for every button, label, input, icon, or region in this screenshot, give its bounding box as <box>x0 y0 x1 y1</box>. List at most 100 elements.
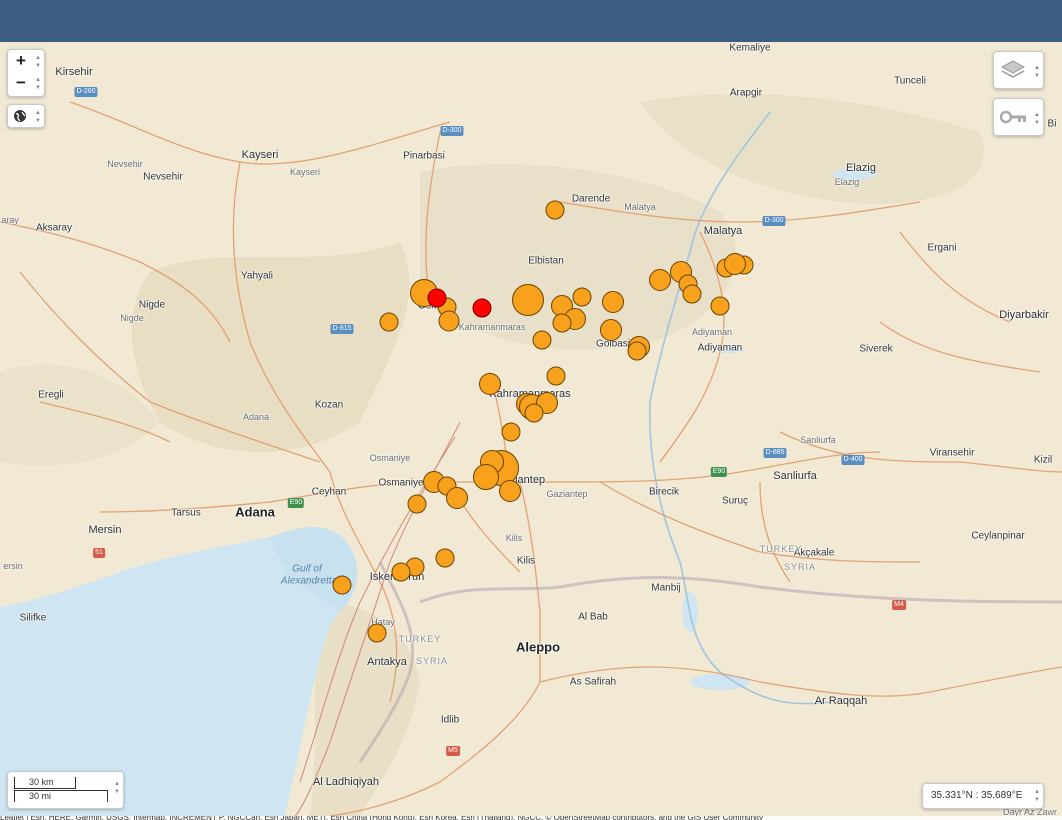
place-label: Bi <box>1047 118 1057 130</box>
place-label: aray <box>1 215 19 225</box>
scale-bar-mi: 30 mi <box>14 790 108 802</box>
place-label: Kemaliye <box>729 42 771 54</box>
place-label: Osmaniye <box>369 453 411 463</box>
earthquake-marker[interactable] <box>710 296 730 316</box>
place-label: Sanliurfa <box>773 470 817 482</box>
place-label: Ergani <box>927 242 957 254</box>
scale-control: 30 km 30 mi ▲ ▼ <box>7 771 124 809</box>
spinner-arrows-icon: ▲ ▼ <box>1034 789 1040 803</box>
place-label: Adana <box>235 504 275 520</box>
place-label: Al Ladhiqiyah <box>312 776 380 788</box>
place-label: Mersin <box>88 524 122 536</box>
earthquake-marker[interactable] <box>524 403 544 423</box>
earthquake-marker[interactable] <box>682 284 702 304</box>
zoom-in-button[interactable]: + <box>8 50 34 72</box>
place-label: Adana <box>242 412 270 422</box>
map-view[interactable]: Kirsehir Kayseri Kayseri Nevsehir Nevseh… <box>0 42 1062 816</box>
spinner-arrows-icon: ▲ ▼ <box>35 55 41 69</box>
country-label: TURKEY <box>398 634 442 644</box>
country-label: SYRIA <box>415 656 449 666</box>
place-label: Viransehir <box>929 447 975 459</box>
earthquake-marker[interactable] <box>600 319 622 341</box>
coordinates-display: 35.331°N : 35.689°E ▲ ▼ <box>922 783 1044 809</box>
road-shield: 51 <box>93 548 105 558</box>
earthquake-marker[interactable] <box>512 284 544 316</box>
earthquake-marker[interactable] <box>545 200 565 220</box>
earthquake-marker[interactable] <box>438 310 460 332</box>
spinner-arrows-icon: ▲ ▼ <box>1034 112 1040 126</box>
earthquake-marker[interactable] <box>499 480 521 502</box>
place-label: Kirsehir <box>55 66 93 78</box>
place-label: Tarsus <box>171 507 201 519</box>
earthquake-marker-recent[interactable] <box>472 298 492 318</box>
country-label: TURKEY <box>759 544 803 554</box>
place-label: Adiyaman <box>691 327 733 337</box>
country-label: SYRIA <box>783 562 817 572</box>
earthquake-marker[interactable] <box>602 291 624 313</box>
place-label: Ceylanpinar <box>971 530 1025 542</box>
scale-bar-km: 30 km <box>14 777 76 789</box>
earthquake-marker[interactable] <box>479 373 501 395</box>
place-label: Al Bab <box>578 611 608 623</box>
earthquake-marker[interactable] <box>649 269 671 291</box>
place-label: Gaziantep <box>546 489 588 499</box>
earthquake-marker[interactable] <box>532 330 552 350</box>
earthquake-marker[interactable] <box>367 623 387 643</box>
place-label: Nigde <box>138 299 166 311</box>
spinner-arrows-icon: ▲ ▼ <box>114 781 120 795</box>
road-shield: D-885 <box>763 448 787 458</box>
place-label: Malatya <box>703 225 743 237</box>
place-label: Kayseri <box>241 149 279 161</box>
road-shield: D-300 <box>440 126 464 136</box>
place-label: Elazig <box>846 162 876 174</box>
place-label: Nigde <box>120 313 144 323</box>
place-label: Antakya <box>367 656 407 668</box>
place-label: Aksaray <box>35 222 73 234</box>
water-label: Gulf of <box>292 563 322 575</box>
place-label: Kilis <box>505 533 523 543</box>
earthquake-marker[interactable] <box>407 494 427 514</box>
place-label: Kizil <box>1033 454 1053 466</box>
road-shield: E90 <box>710 467 728 477</box>
layers-icon <box>1000 60 1026 78</box>
place-label: Kozan <box>314 399 344 411</box>
app-header <box>0 0 1062 43</box>
earthquake-marker[interactable] <box>627 341 647 361</box>
water-label: Alexandretta <box>280 575 338 587</box>
earthquake-marker[interactable] <box>391 562 411 582</box>
zoom-control: + − ▲ ▼ ▲ ▼ <box>7 49 45 97</box>
place-label: Eregli <box>38 389 64 401</box>
earthquake-marker[interactable] <box>501 422 521 442</box>
earthquake-marker[interactable] <box>332 575 352 595</box>
place-label: Birecik <box>648 486 680 498</box>
road-shield: D-260 <box>74 87 98 97</box>
place-label: Kilis <box>516 555 536 567</box>
place-label: Ar Raqqah <box>814 695 868 707</box>
earthquake-marker[interactable] <box>446 487 468 509</box>
attribution: Leaflet | Esri, HERE, Garmin, USGS, Inte… <box>0 816 1062 820</box>
zoom-out-button[interactable]: − <box>8 72 34 94</box>
locate-button[interactable]: ▲ ▼ <box>7 104 45 128</box>
legend-button[interactable]: ▲ ▼ <box>993 98 1044 136</box>
place-label: Elazig <box>834 177 860 187</box>
earthquake-marker[interactable] <box>724 253 746 275</box>
earthquake-marker[interactable] <box>546 366 566 386</box>
place-label: As Safirah <box>569 676 617 688</box>
earthquake-marker[interactable] <box>379 312 399 332</box>
basemap <box>0 93 1062 816</box>
place-label: Silifke <box>19 612 47 624</box>
spinner-arrows-icon: ▲ ▼ <box>1034 65 1040 79</box>
layers-button[interactable]: ▲ ▼ <box>993 51 1044 89</box>
earthquake-marker[interactable] <box>552 313 572 333</box>
place-label: Pinarbasi <box>403 150 445 162</box>
earthquake-marker-recent[interactable] <box>427 288 447 308</box>
place-label: Manbij <box>651 582 681 594</box>
place-label: Suruç <box>721 495 749 507</box>
place-label: Elbistan <box>528 255 564 267</box>
place-label: Aleppo <box>515 639 561 655</box>
road-shield: E90 <box>287 498 305 508</box>
earthquake-marker[interactable] <box>572 287 592 307</box>
place-label: Ceyhan <box>311 486 347 498</box>
earthquake-marker[interactable] <box>435 548 455 568</box>
earthquake-marker[interactable] <box>473 464 499 490</box>
